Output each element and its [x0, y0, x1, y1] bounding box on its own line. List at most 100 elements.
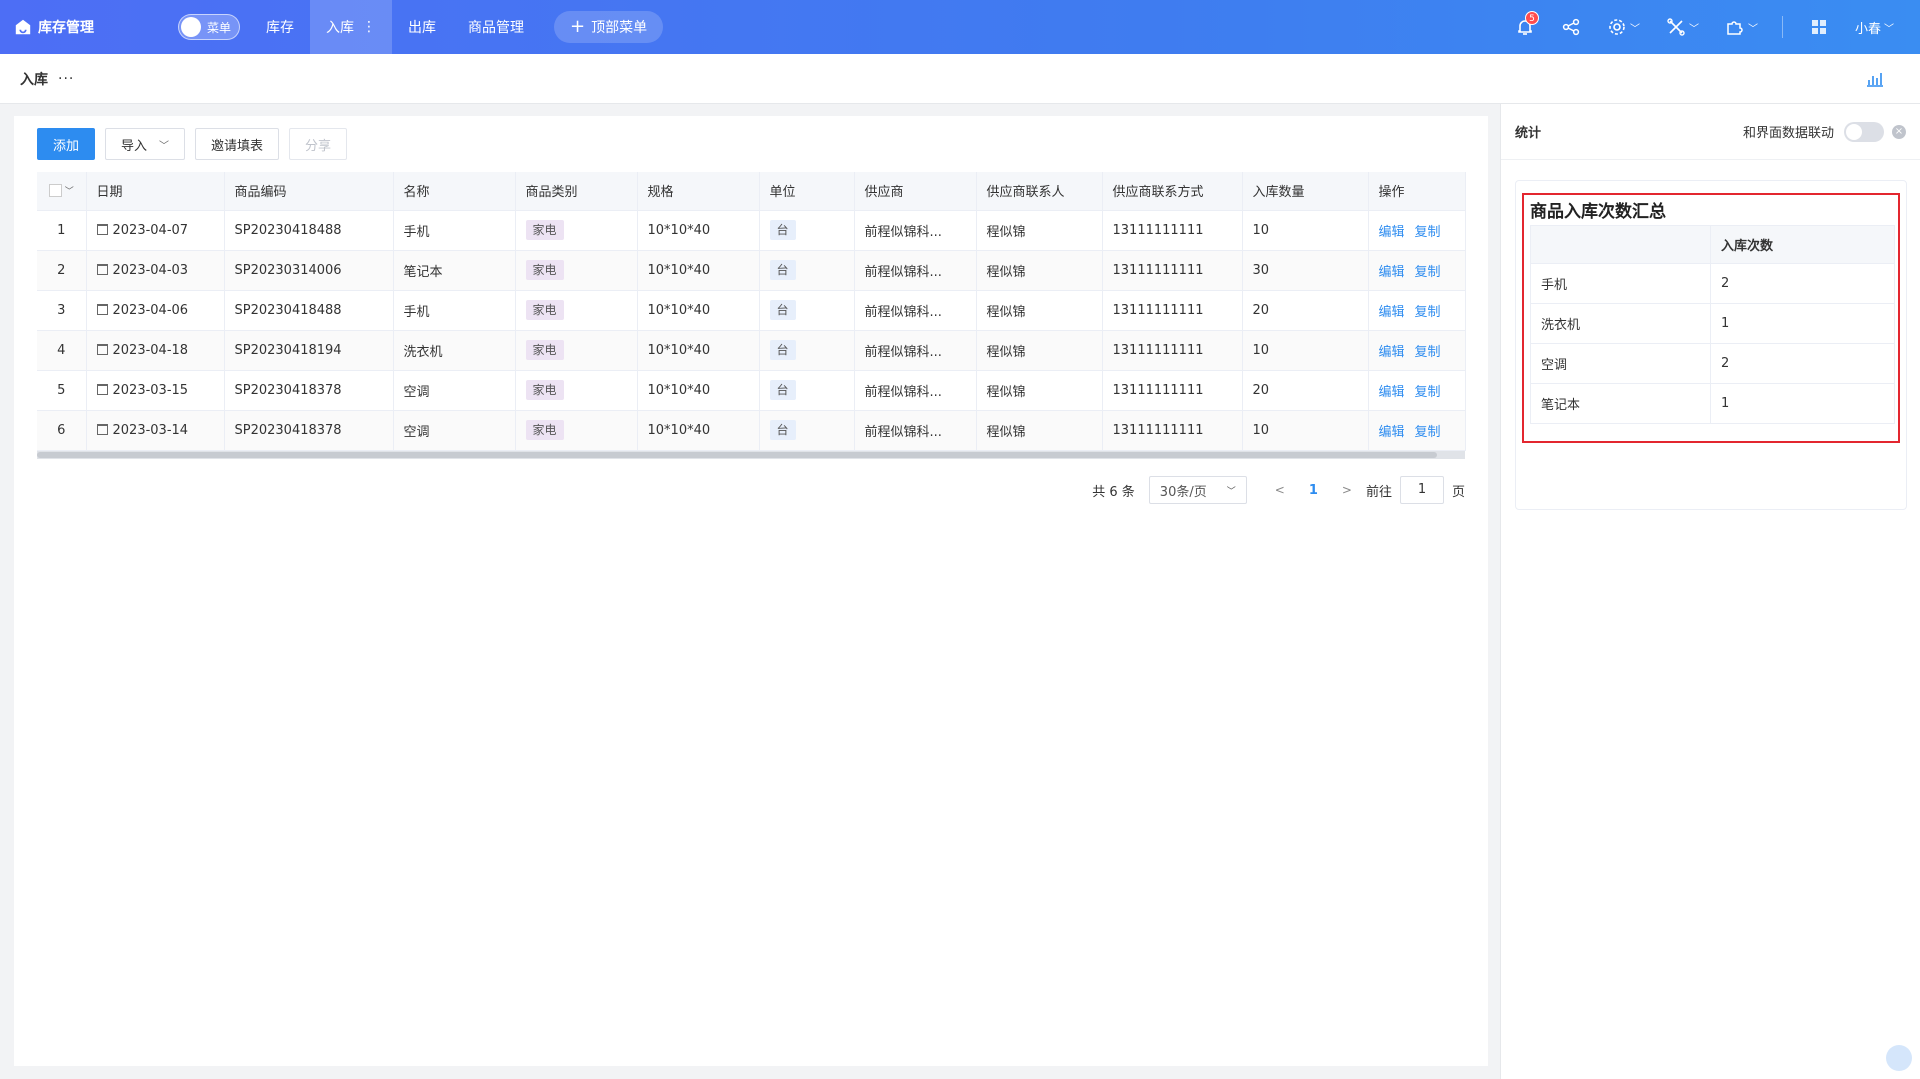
column-header[interactable]: 供应商: [854, 172, 977, 211]
table-row[interactable]: 6 2023-03-14 SP20230418378 空调 家电 10*10*40 台 前程似…: [37, 410, 1466, 451]
share-button[interactable]: [1561, 17, 1581, 37]
summary-row: 笔记本 1: [1530, 383, 1895, 424]
app-brand[interactable]: 库存管理: [14, 17, 164, 37]
top-menu-button[interactable]: + 顶部菜单: [554, 11, 664, 43]
category-tag: 家电: [525, 380, 564, 400]
close-icon[interactable]: ×: [1892, 124, 1906, 139]
summary-col-count: 入库次数: [1710, 225, 1895, 264]
plugins-menu[interactable]: ﹀: [1725, 17, 1758, 37]
cell-quantity: 30: [1242, 250, 1369, 291]
cell-category: 家电: [515, 330, 638, 371]
cell-actions: 编辑 复制: [1368, 210, 1466, 251]
column-header[interactable]: 日期: [86, 172, 225, 211]
cell-actions: 编辑 复制: [1368, 330, 1466, 371]
copy-link[interactable]: 复制: [1415, 345, 1441, 360]
sync-toggle[interactable]: [1844, 121, 1884, 142]
user-name: 小春: [1854, 21, 1881, 37]
checkbox[interactable]: [48, 184, 62, 198]
import-button[interactable]: 导入 ﹀: [105, 128, 186, 160]
invite-fill-button[interactable]: 邀请填表: [195, 128, 280, 160]
summary-name: 空调: [1530, 343, 1711, 384]
edit-link[interactable]: 编辑: [1379, 225, 1405, 240]
column-header[interactable]: 商品类别: [515, 172, 638, 211]
plus-icon: +: [570, 16, 586, 37]
current-page[interactable]: 1: [1309, 483, 1318, 498]
bar-chart-icon[interactable]: [1866, 70, 1884, 88]
cell-phone: 13111111111: [1102, 250, 1243, 291]
column-header[interactable]: 规格: [637, 172, 760, 211]
cell-spec: 10*10*40: [637, 250, 760, 291]
edit-link[interactable]: 编辑: [1379, 305, 1405, 320]
summary-title: 商品入库次数汇总: [1530, 202, 1666, 222]
prev-page-icon[interactable]: <: [1275, 483, 1285, 497]
cell-category: 家电: [515, 290, 638, 331]
date-value: 2023-04-06: [112, 302, 189, 318]
column-header[interactable]: 单位: [759, 172, 855, 211]
table-row[interactable]: 1 2023-04-07 SP20230418488 手机 家电 10*10*40 台 前程似…: [37, 210, 1466, 251]
copy-link[interactable]: 复制: [1415, 425, 1441, 440]
add-button[interactable]: 添加: [37, 128, 96, 160]
share-button[interactable]: 分享: [289, 128, 348, 160]
cell-phone: 13111111111: [1102, 330, 1243, 371]
edit-link[interactable]: 编辑: [1379, 265, 1405, 280]
cell-code: SP20230418378: [224, 410, 394, 451]
horizontal-scrollbar[interactable]: [37, 450, 1465, 459]
chevron-down-icon[interactable]: ﹀: [65, 187, 74, 197]
edit-link[interactable]: 编辑: [1379, 385, 1405, 400]
nav-inventory[interactable]: 库存: [250, 0, 310, 54]
column-header[interactable]: 名称: [393, 172, 516, 211]
next-page-icon[interactable]: >: [1342, 483, 1352, 497]
notification-button[interactable]: 5: [1515, 11, 1539, 37]
cell-phone: 13111111111: [1102, 410, 1243, 451]
table-row[interactable]: 3 2023-04-06 SP20230418488 手机 家电 10*10*40 台 前程似…: [37, 290, 1466, 331]
chevron-down-icon: ﹀: [1884, 23, 1894, 35]
row-index: 2: [37, 250, 87, 291]
column-header[interactable]: 入库数量: [1242, 172, 1369, 211]
edit-link[interactable]: 编辑: [1379, 345, 1405, 360]
summary-count: 2: [1710, 263, 1895, 304]
nav-outbound[interactable]: 出库: [392, 0, 452, 54]
page-suffix: 页: [1451, 484, 1465, 500]
edit-link[interactable]: 编辑: [1379, 425, 1405, 440]
column-header[interactable]: 商品编码: [224, 172, 394, 211]
menu-toggle[interactable]: 菜单: [178, 14, 240, 40]
tools-menu[interactable]: ﹀: [1666, 17, 1699, 37]
table-row[interactable]: 4 2023-04-18 SP20230418194 洗衣机 家电 10*10*40 台 前程…: [37, 330, 1466, 371]
copy-link[interactable]: 复制: [1415, 225, 1441, 240]
toolbar: 添加 导入 ﹀ 邀请填表 分享: [37, 128, 357, 160]
cell-code: SP20230418378: [224, 370, 394, 411]
column-header[interactable]: 供应商联系人: [976, 172, 1103, 211]
table-row[interactable]: 5 2023-03-15 SP20230418378 空调 家电 10*10*40 台 前程似…: [37, 370, 1466, 411]
copy-link[interactable]: 复制: [1415, 385, 1441, 400]
nav-label: 库存: [266, 20, 294, 36]
copy-link[interactable]: 复制: [1415, 305, 1441, 320]
nav-label: 出库: [408, 20, 436, 36]
calendar-icon: [96, 223, 108, 235]
cell-category: 家电: [515, 410, 638, 451]
nav-inbound[interactable]: 入库 ⋮: [310, 0, 392, 54]
category-tag: 家电: [525, 300, 564, 320]
summary-count: 2: [1710, 343, 1895, 384]
table-row[interactable]: 2 2023-04-03 SP20230314006 笔记本 家电 10*10*40 台 前程…: [37, 250, 1466, 291]
cell-quantity: 10: [1242, 330, 1369, 371]
page-more-button[interactable]: ···: [58, 71, 74, 87]
user-menu[interactable]: 小春 ﹀: [1849, 12, 1900, 42]
copy-link[interactable]: 复制: [1415, 265, 1441, 280]
summary-card: 商品入库次数汇总 入库次数 手机 2 洗衣机 1 空调 2 笔记本 1: [1515, 180, 1907, 510]
settings-menu[interactable]: ﹀: [1607, 17, 1640, 37]
cell-date: 2023-04-06: [86, 290, 225, 331]
cell-actions: 编辑 复制: [1368, 410, 1466, 451]
cell-date: 2023-04-07: [86, 210, 225, 251]
scrollbar-thumb[interactable]: [37, 451, 1437, 458]
column-header[interactable]: 供应商联系方式: [1102, 172, 1243, 211]
nav-product-management[interactable]: 商品管理: [452, 0, 540, 54]
page-size-select[interactable]: 30条/页 ﹀: [1148, 476, 1247, 504]
goto-page-input[interactable]: 1: [1399, 476, 1444, 504]
apps-button[interactable]: [1809, 17, 1829, 37]
more-vertical-icon[interactable]: ⋮: [362, 19, 376, 35]
cell-unit: 台: [759, 210, 855, 251]
goto-label: 前往: [1365, 484, 1392, 500]
select-all-checkbox[interactable]: ﹀: [37, 172, 87, 211]
page-size-value: 30条/页: [1159, 484, 1207, 500]
help-icon[interactable]: [1886, 1045, 1912, 1071]
